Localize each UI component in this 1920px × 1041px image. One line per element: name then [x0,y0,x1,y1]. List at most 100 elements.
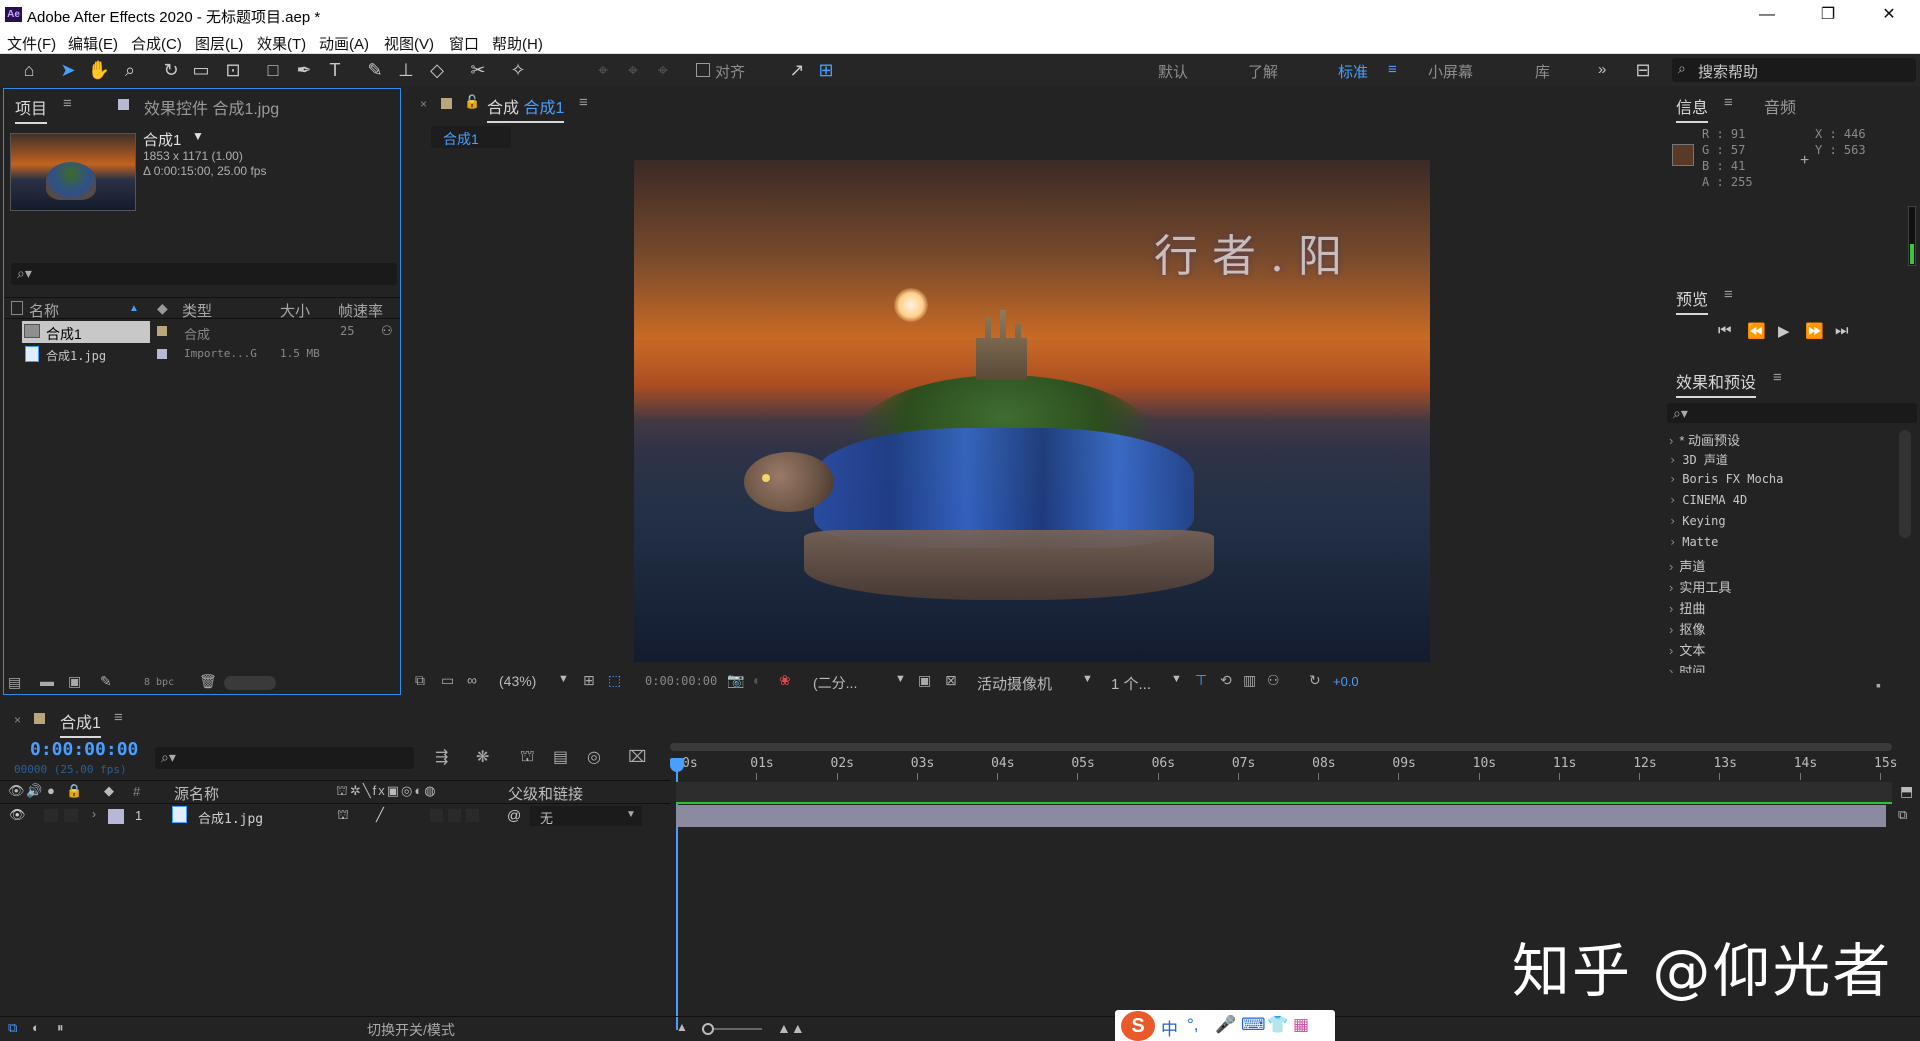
workspace-libraries[interactable]: 库 [1535,61,1550,82]
resolution-dropdown-icon[interactable]: ▼ [895,673,906,685]
menu-view[interactable]: 视图(V) [384,33,434,54]
effects-scrollbar[interactable] [1899,430,1911,538]
bit-depth-label[interactable]: 8 bpc [144,677,174,688]
axis-local-icon[interactable]: ⌖ [590,58,616,82]
lock-icon[interactable]: 🔒 [66,783,82,799]
ime-punctuation-icon[interactable]: °, [1187,1015,1199,1035]
camera-select[interactable]: 活动摄像机 [977,673,1052,694]
layer-row[interactable]: 👁 › 1 合成1.jpg ⛫ ╱ @ 无 ▼ [0,805,670,827]
play-icon[interactable]: ▶ [1778,322,1790,340]
grid-guides-icon[interactable]: ⊞ [583,672,595,689]
layer-visibility-icon[interactable]: 👁 [9,807,26,823]
fx-item-matte[interactable]: › Matte [1669,535,1718,549]
interpret-footage-icon[interactable]: ▤ [8,674,21,691]
zoom-out-icon[interactable]: ▲ [676,1020,688,1034]
label-tag-icon[interactable]: ◆ [104,783,114,799]
project-settings-icon[interactable]: ✎ [100,673,112,690]
next-frame-icon[interactable]: ⏩ [1805,322,1824,340]
hand-tool-icon[interactable]: ✋ [86,58,112,82]
menu-window[interactable]: 窗口 [449,33,479,54]
layer-switch-box[interactable] [448,809,461,822]
workspace-small-screen[interactable]: 小屏幕 [1428,61,1473,82]
axis-view-icon[interactable]: ⌖ [650,58,676,82]
layer-expand-chevron-icon[interactable]: › [92,807,96,821]
project-search-input[interactable]: ⌕▾ [11,263,397,285]
parent-pickwhip-icon[interactable]: @ [507,807,521,823]
first-frame-icon[interactable]: ⏮ [1718,322,1732,339]
minimize-icon[interactable]: — [1742,2,1792,28]
workspace-default[interactable]: 默认 [1158,61,1188,82]
timeline-icon[interactable]: ▥ [1243,672,1256,689]
menu-animation[interactable]: 动画(A) [319,33,369,54]
sogou-logo-icon[interactable]: S [1121,1011,1155,1041]
resolution-select[interactable]: (二分... [813,673,857,693]
snapshot-icon[interactable]: 📷 [727,672,744,689]
previous-frame-icon[interactable]: ⏪ [1747,322,1766,340]
views-select[interactable]: 1 个... [1111,673,1151,694]
workspace-standard[interactable]: 标准 [1338,61,1368,82]
ime-voice-icon[interactable]: 🎤 [1215,1015,1236,1035]
show-snapshot-icon[interactable]: ◐ [753,672,761,688]
new-bin-icon[interactable]: ▪ [1876,677,1881,693]
roto-brush-tool-icon[interactable]: ✂ [465,58,491,82]
fx-item-distort[interactable]: › 扭曲 [1669,598,1705,617]
fx-item-utility[interactable]: › 实用工具 [1669,577,1731,596]
project-menu-icon[interactable]: ≡ [63,95,72,112]
tab-composition[interactable]: 合成 合成1 [487,94,565,123]
effects-search-input[interactable]: ⌕▾ [1667,403,1917,423]
time-stretch-icon[interactable]: ⏸ [57,1020,64,1036]
tab-audio[interactable]: 音频 [1764,94,1796,118]
tab-project[interactable]: 项目 [15,95,48,124]
zoom-in-icon[interactable]: ▲▲ [777,1020,805,1036]
camera-dropdown-icon[interactable]: ▼ [1082,673,1093,685]
workspace-learn[interactable]: 了解 [1248,61,1278,82]
toggle-pixel-aspect-icon[interactable]: ⊤ [1195,672,1207,689]
close-icon[interactable]: ✕ [1864,2,1914,28]
video-toggle-icon[interactable]: 👁 [8,783,25,799]
monitor-icon[interactable]: ▭ [441,672,454,689]
vr-icon[interactable]: ∞ [467,672,477,688]
timeline-zoom-slider[interactable] [702,1023,762,1035]
layer-solo-box[interactable] [44,809,58,822]
snap-target-icon[interactable]: ⊞ [813,58,839,82]
layer-switch-box[interactable] [466,809,479,822]
transfer-controls-icon[interactable]: ◐ [32,1020,40,1035]
project-row-comp[interactable]: 合成1 合成 25 ⚇ [4,321,400,343]
menu-help[interactable]: 帮助(H) [492,33,543,54]
menu-composition[interactable]: 合成(C) [131,33,182,54]
flowchart-icon[interactable]: ⚇ [381,323,393,339]
always-preview-icon[interactable]: ⧉ [415,672,425,689]
zoom-tool-icon[interactable]: ⌕ [117,58,143,82]
layer-marker-icon[interactable]: ⧉ [1898,807,1907,823]
pan-behind-tool-icon[interactable]: ⊡ [220,58,246,82]
fx-item-keying[interactable]: › Keying [1669,514,1726,528]
zoom-dropdown-icon[interactable]: ▼ [558,673,569,685]
align-checkbox[interactable] [696,63,710,77]
viewer-timecode[interactable]: 0:00:00:00 [645,674,717,688]
camera-tool-icon[interactable]: ▭ [188,58,214,82]
fx-item-boris-fx-mocha[interactable]: › Boris FX Mocha [1669,472,1783,486]
pen-tool-icon[interactable]: ✒ [291,58,317,82]
views-dropdown-icon[interactable]: ▼ [1171,673,1182,685]
workspace-menu-icon[interactable]: ≡ [1388,61,1397,78]
workspace-layout-icon[interactable]: ⊟ [1630,58,1656,82]
toggle-switches-modes[interactable]: 切换开关/模式 [367,1020,455,1040]
fx-item-3d-channel[interactable]: › 3D 声道 [1669,451,1728,468]
composition-canvas[interactable]: 行 者 . 阳 [634,160,1430,662]
source-name-header[interactable]: 源名称 [174,783,219,804]
parent-select[interactable]: 无 ▼ [530,806,642,826]
new-composition-icon[interactable]: ▣ [68,673,81,690]
selection-tool-icon[interactable]: ➤ [55,58,81,82]
col-framerate[interactable]: 帧速率 [338,300,383,321]
viewer-menu-icon[interactable]: ≡ [579,94,588,111]
clone-stamp-tool-icon[interactable]: ⊥ [393,58,419,82]
comp-breadcrumb[interactable]: 合成1 [431,126,511,148]
trash-icon[interactable]: 🗑 [199,673,217,690]
parent-link-header[interactable]: 父级和链接 [508,783,583,804]
fx-item-keying-cn[interactable]: › 抠像 [1669,619,1705,638]
flowchart-icon[interactable]: ⚇ [1267,672,1280,689]
layer-duration-bar[interactable] [676,805,1886,827]
lock-icon[interactable]: 🔓 [464,94,480,110]
ime-skin-icon[interactable]: 👕 [1267,1015,1288,1035]
fast-previews-icon[interactable]: ⟲ [1220,672,1232,689]
